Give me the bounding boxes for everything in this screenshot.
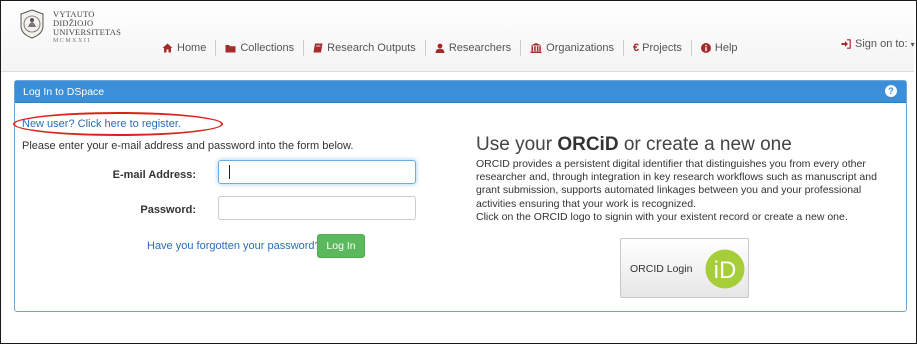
orcid-paragraph: ORCID provides a persistent digital iden… bbox=[476, 158, 877, 210]
login-button[interactable]: Log In bbox=[317, 234, 365, 258]
sign-on-label: Sign on to: bbox=[855, 38, 908, 50]
login-instructions: Please enter your e-mail address and pas… bbox=[22, 140, 354, 152]
orcid-description: ORCID provides a persistent digital iden… bbox=[476, 158, 902, 224]
caret-down-icon: ▾ bbox=[910, 39, 915, 49]
nav-item-help[interactable]: Help bbox=[692, 40, 747, 56]
text-caret bbox=[229, 165, 230, 179]
info-icon bbox=[700, 43, 711, 53]
orcid-logo-text: iD bbox=[714, 257, 737, 284]
nav-item-label: Collections bbox=[240, 42, 295, 54]
email-label: E-mail Address: bbox=[112, 169, 196, 181]
logo-line-3: UNIVERSITETAS bbox=[53, 27, 122, 37]
orcid-heading-suffix: or create a new one bbox=[618, 134, 792, 155]
nav-item-collections[interactable]: Collections bbox=[216, 40, 305, 56]
nav-item-projects[interactable]: € Projects bbox=[624, 40, 692, 56]
orcid-id-icon: iD bbox=[705, 249, 745, 289]
orcid-login-button[interactable]: ORCID Login iD bbox=[620, 238, 749, 298]
email-field[interactable] bbox=[218, 160, 416, 184]
question-icon[interactable]: ? bbox=[885, 85, 897, 97]
nav-item-home[interactable]: Home bbox=[153, 40, 217, 56]
nav-item-research-outputs[interactable]: Research Outputs bbox=[304, 40, 426, 56]
logo-line-4: MCMXXII bbox=[53, 38, 91, 44]
orcid-login-label: ORCID Login bbox=[630, 263, 693, 275]
panel-title: Log In to DSpace bbox=[23, 86, 105, 98]
orcid-heading-prefix: Use your bbox=[476, 134, 558, 155]
folder-icon bbox=[225, 44, 236, 52]
sign-on-dropdown[interactable]: Sign on to: ▾ bbox=[841, 38, 915, 50]
nav-item-label: Organizations bbox=[546, 42, 615, 54]
euro-icon: € bbox=[633, 42, 640, 54]
university-logo[interactable]: VYTAUTO DIDŽIOJO UNIVERSITETAS MCMXXII bbox=[19, 9, 159, 61]
nav-item-label: Projects bbox=[642, 42, 682, 54]
forgot-password-link[interactable]: Have you forgotten your password? bbox=[147, 240, 321, 252]
university-seal-icon bbox=[20, 9, 44, 39]
nav-item-label: Help bbox=[714, 42, 738, 54]
nav-item-label: Home bbox=[177, 42, 207, 54]
panel-header: Log In to DSpace ? bbox=[15, 81, 906, 103]
top-navbar: VYTAUTO DIDŽIOJO UNIVERSITETAS MCMXXII H… bbox=[1, 1, 915, 72]
book-icon bbox=[313, 43, 323, 53]
orcid-instruction: Click on the ORCID logo to signin with y… bbox=[476, 210, 848, 223]
nav-item-organizations[interactable]: Organizations bbox=[521, 40, 625, 56]
home-icon bbox=[162, 43, 173, 53]
sign-in-icon bbox=[841, 39, 851, 49]
password-label: Password: bbox=[140, 204, 196, 216]
orcid-heading: Use your ORCiD or create a new one bbox=[476, 134, 792, 156]
annotation-oval bbox=[13, 112, 223, 136]
orcid-brand: ORCiD bbox=[557, 134, 619, 155]
nav-item-label: Researchers bbox=[448, 42, 512, 54]
password-field[interactable] bbox=[218, 196, 416, 220]
nav-item-label: Research Outputs bbox=[327, 42, 416, 54]
nav-item-researchers[interactable]: Researchers bbox=[426, 40, 522, 56]
user-icon bbox=[435, 43, 445, 53]
institution-icon bbox=[530, 43, 542, 53]
main-nav: Home Collections Research Outputs Resear… bbox=[153, 38, 747, 58]
